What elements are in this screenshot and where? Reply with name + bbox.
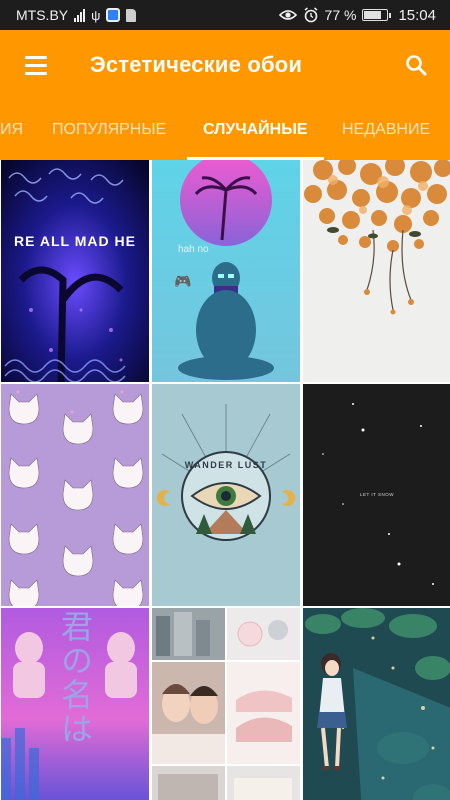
category-tabs: ИЯ ПОПУЛЯРНЫЕ СЛУЧАЙНЫЕ НЕДАВНИЕ [0, 100, 450, 160]
search-icon[interactable] [392, 41, 440, 89]
battery-percent: 77 % [324, 7, 357, 23]
tab-recent[interactable]: НЕДАВНИЕ [342, 100, 430, 160]
carrier-name: MTS.BY [16, 7, 69, 23]
anime-girl-leaves-wallpaper[interactable] [303, 608, 450, 800]
app-bar: Эстетические обои [0, 30, 450, 100]
battery-icon [362, 9, 392, 21]
cat-pattern-wallpaper[interactable] [1, 384, 149, 606]
svg-text:🎮: 🎮 [174, 273, 191, 289]
wallpaper-caption: RE ALL MAD HE [14, 233, 136, 249]
wallpaper-caption: hah no [178, 244, 209, 255]
glitch-forest-wallpaper[interactable]: RE ALL MAD HE [1, 160, 149, 382]
status-bar: MTS.BY ψ 77 % 15:04 [0, 0, 450, 30]
wallpaper-caption: 君の名は [56, 610, 94, 746]
tab-random[interactable]: СЛУЧАЙНЫЕ [187, 100, 323, 160]
battery-level-fill [364, 11, 382, 19]
app-notification-icon [106, 8, 121, 22]
wallpaper-caption: WANDER LUST [185, 460, 268, 470]
signal-icon [74, 8, 86, 22]
clock: 15:04 [398, 6, 436, 24]
wallpaper-caption: LET IT SNOW [360, 492, 394, 497]
orange-blossoms-wallpaper[interactable] [303, 160, 450, 382]
app-title: Эстетические обои [90, 52, 303, 77]
usb-icon: ψ [91, 7, 101, 23]
snow-night-wallpaper[interactable]: LET IT SNOW [303, 384, 450, 606]
vaporwave-buddha-wallpaper[interactable]: hah no 🎮 [152, 160, 300, 382]
tab-categories[interactable]: ИЯ [0, 100, 23, 160]
eye-icon [278, 10, 297, 20]
wanderlust-eye-wallpaper[interactable]: WANDER LUST [152, 384, 300, 606]
sd-card-icon [126, 8, 137, 22]
alarm-icon [304, 7, 317, 23]
aesthetic-collage-wallpaper[interactable] [152, 608, 300, 800]
wallpaper-grid: RE ALL MAD HE hah no 🎮 WANDER LUST LET I… [0, 160, 450, 800]
hamburger-menu-icon[interactable] [8, 37, 64, 93]
tab-popular[interactable]: ПОПУЛЯРНЫЕ [52, 100, 166, 160]
vaporwave-statues-wallpaper[interactable]: 君の名は [1, 608, 149, 800]
